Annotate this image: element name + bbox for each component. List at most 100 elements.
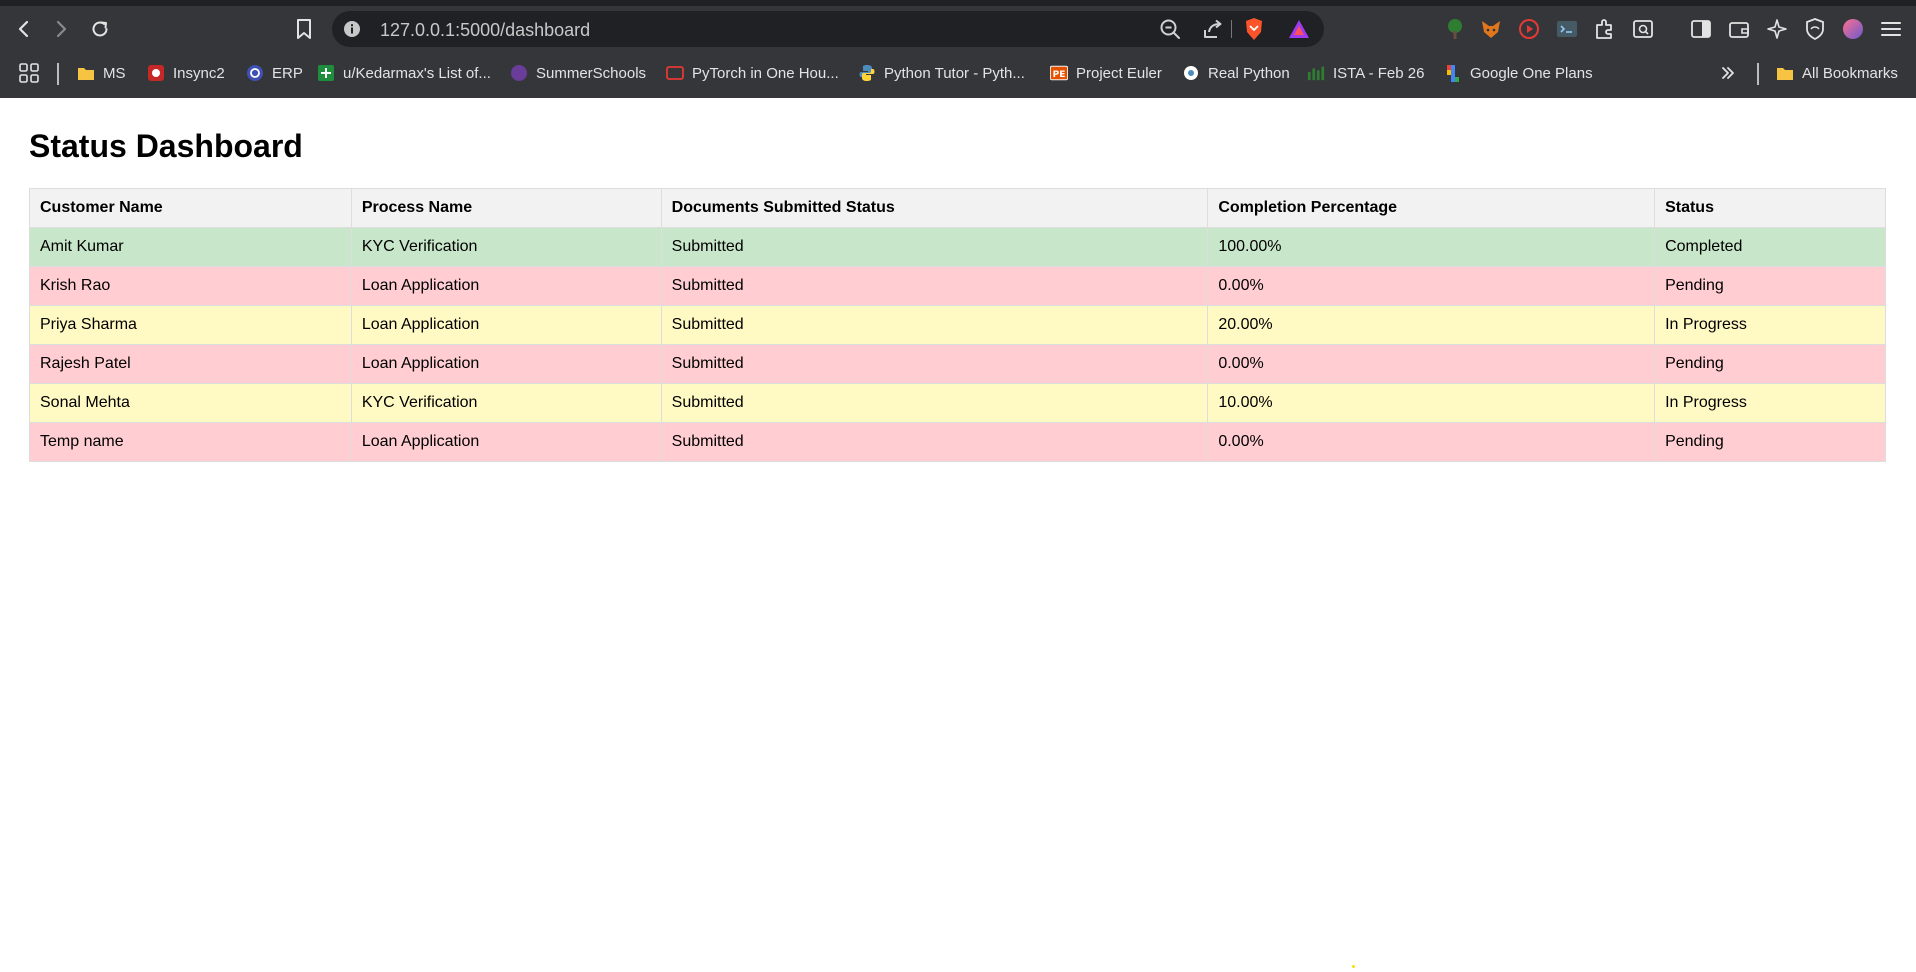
zoom-icon[interactable] [1158, 17, 1182, 41]
column-header-documents-status: Documents Submitted Status [660, 188, 1209, 228]
bookmark-kedarmax-list[interactable]: u/Kedarmax's List of... [317, 61, 491, 85]
customer-name-cell: Rajesh Patel [29, 344, 352, 384]
more-bookmarks-button[interactable] [1719, 61, 1737, 85]
brave-shields-icon[interactable] [1242, 17, 1266, 41]
status-cell: In Progress [1654, 305, 1886, 345]
status-cell: In Progress [1654, 383, 1886, 423]
bookmark-real-python[interactable]: Real Python [1182, 61, 1290, 85]
folder-icon [1776, 64, 1794, 82]
vpn-icon[interactable] [1801, 15, 1829, 43]
bookmark-page-button[interactable] [288, 13, 320, 45]
forward-button[interactable] [45, 13, 77, 45]
bookmarks-divider [1757, 63, 1759, 85]
bookmark-insync2[interactable]: Insync2 [147, 61, 225, 85]
erp-icon [246, 64, 264, 82]
back-button[interactable] [8, 13, 40, 45]
bookmark-label: u/Kedarmax's List of... [343, 64, 491, 82]
all-bookmarks-button[interactable]: All Bookmarks [1776, 61, 1898, 85]
metamask-icon[interactable] [1477, 15, 1505, 43]
sidebar-toggle-icon[interactable] [1687, 15, 1715, 43]
completion-percentage-cell: 0.00% [1207, 344, 1656, 384]
terminal-extension-icon[interactable] [1553, 15, 1581, 43]
process-name-cell: Loan Application [350, 266, 662, 306]
sheets-icon [317, 64, 335, 82]
completion-percentage-cell: 20.00% [1207, 305, 1656, 345]
documents-status-cell: Submitted [660, 266, 1209, 306]
apps-button[interactable] [18, 61, 40, 85]
folder-icon [77, 64, 95, 82]
table-row: Priya Sharma Loan Application Submitted … [29, 305, 1886, 345]
column-header-completion-percentage: Completion Percentage [1207, 188, 1656, 228]
bookmark-python-tutor[interactable]: Python Tutor - Pyth... [858, 61, 1025, 85]
table-row: Temp name Loan Application Submitted 0.0… [29, 422, 1886, 462]
reload-button[interactable] [84, 13, 116, 45]
customer-name-cell: Krish Rao [29, 266, 352, 306]
documents-status-cell: Submitted [660, 422, 1209, 462]
omnibox-divider [1231, 20, 1232, 38]
cursor-dot [1352, 965, 1355, 968]
bookmark-label: Insync2 [173, 64, 225, 82]
bookmark-erp[interactable]: ERP [246, 61, 303, 85]
bookmark-icon [297, 19, 311, 39]
status-cell: Completed [1654, 227, 1886, 267]
leo-ai-icon[interactable] [1763, 15, 1791, 43]
bookmark-ms[interactable]: MS [77, 61, 126, 85]
table-row: Rajesh Patel Loan Application Submitted … [29, 344, 1886, 384]
customer-name-cell: Priya Sharma [29, 305, 352, 345]
completion-percentage-cell: 100.00% [1207, 227, 1656, 267]
bookmarks-divider [57, 63, 59, 85]
page-title: Status Dashboard [29, 128, 303, 164]
bookmark-label: Google One Plans [1470, 64, 1593, 82]
chevron-double-right-icon [1722, 67, 1734, 79]
bookmark-label: MS [103, 64, 126, 82]
documents-status-cell: Submitted [660, 305, 1209, 345]
svg-text:PE: PE [1053, 70, 1066, 80]
column-header-process-name: Process Name [350, 188, 662, 228]
table-row: Sonal Mehta KYC Verification Submitted 1… [29, 383, 1886, 423]
bookmark-ista[interactable]: ISTA - Feb 26 [1307, 61, 1424, 85]
status-table: Customer Name Process Name Documents Sub… [29, 188, 1886, 462]
bookmark-pytorch[interactable]: PyTorch in One Hou... [666, 61, 839, 85]
insync-icon [147, 64, 165, 82]
status-cell: Pending [1654, 266, 1886, 306]
column-header-status: Status [1654, 188, 1886, 228]
bookmark-project-euler[interactable]: PE Project Euler [1050, 61, 1162, 85]
bookmark-summerschools[interactable]: SummerSchools [510, 61, 646, 85]
completion-percentage-cell: 0.00% [1207, 266, 1656, 306]
documents-status-cell: Submitted [660, 383, 1209, 423]
bookmark-google-one[interactable]: Google One Plans [1444, 61, 1593, 85]
table-row: Amit Kumar KYC Verification Submitted 10… [29, 227, 1886, 267]
tab-search-icon[interactable] [1629, 15, 1657, 43]
apps-grid-icon [19, 63, 39, 83]
address-bar[interactable]: 127.0.0.1:5000/dashboard [332, 11, 1324, 47]
wallet-icon[interactable] [1725, 15, 1753, 43]
table-row: Krish Rao Loan Application Submitted 0.0… [29, 266, 1886, 306]
tree-extension-icon[interactable] [1441, 15, 1469, 43]
summerschools-icon [510, 64, 528, 82]
url-text[interactable]: 127.0.0.1:5000/dashboard [380, 20, 590, 41]
extensions-puzzle-icon[interactable] [1591, 15, 1619, 43]
bookmark-label: SummerSchools [536, 64, 647, 82]
python-icon [858, 64, 876, 82]
process-name-cell: KYC Verification [350, 383, 662, 423]
documents-status-cell: Submitted [660, 227, 1209, 267]
process-name-cell: Loan Application [350, 422, 662, 462]
forward-arrow-icon [56, 20, 67, 38]
customer-name-cell: Amit Kumar [29, 227, 352, 267]
profile-avatar-icon[interactable] [1839, 15, 1867, 43]
table-header-row: Customer Name Process Name Documents Sub… [29, 188, 1886, 228]
site-info-icon[interactable] [342, 19, 362, 39]
status-cell: Pending [1654, 344, 1886, 384]
all-bookmarks-label: All Bookmarks [1802, 64, 1898, 82]
pytorch-icon [666, 64, 684, 82]
menu-icon[interactable] [1877, 15, 1905, 43]
bookmark-label: Real Python [1208, 64, 1290, 82]
play-extension-icon[interactable] [1515, 15, 1543, 43]
customer-name-cell: Temp name [29, 422, 352, 462]
navigation-bar: 127.0.0.1:5000/dashboard [0, 6, 1916, 52]
documents-status-cell: Submitted [660, 344, 1209, 384]
process-name-cell: Loan Application [350, 344, 662, 384]
brave-rewards-icon[interactable] [1287, 17, 1311, 41]
share-icon[interactable] [1200, 17, 1224, 41]
column-header-customer-name: Customer Name [29, 188, 352, 228]
